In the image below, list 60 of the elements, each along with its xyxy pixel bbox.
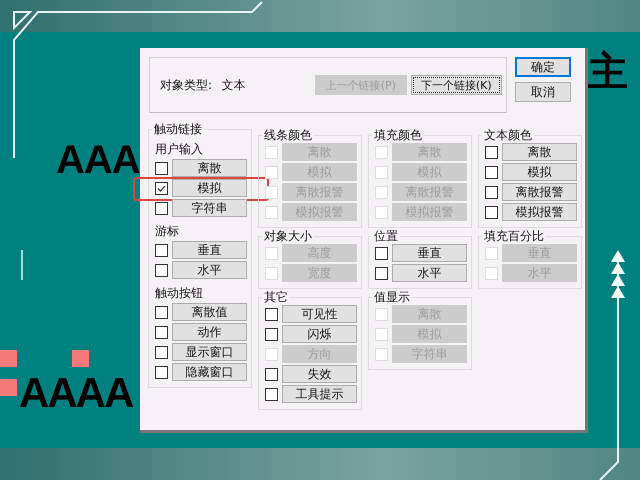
group-title: 填充颜色 bbox=[372, 128, 424, 142]
option-button[interactable]: 模拟报警 bbox=[502, 203, 577, 221]
checkbox[interactable] bbox=[485, 186, 498, 198]
checkbox[interactable] bbox=[155, 326, 168, 338]
section-label: 游标 bbox=[155, 223, 180, 239]
option-button[interactable]: 水平 bbox=[172, 261, 247, 279]
selection-handle-icon bbox=[72, 350, 89, 367]
option-button[interactable]: 动作 bbox=[172, 323, 247, 341]
selection-handles-drawing bbox=[0, 350, 17, 396]
object-type-label: 对象类型: bbox=[160, 76, 214, 94]
next-link-button[interactable]: 下一个链接(K) bbox=[410, 75, 502, 95]
checkbox[interactable] bbox=[155, 264, 168, 276]
checkbox[interactable] bbox=[265, 368, 278, 380]
checkbox[interactable] bbox=[155, 244, 168, 256]
option-button[interactable]: 模拟 bbox=[502, 163, 577, 181]
option-button[interactable]: 水平 bbox=[392, 264, 467, 282]
checkbox[interactable] bbox=[155, 202, 168, 214]
checkbox[interactable] bbox=[485, 206, 498, 218]
option-button[interactable]: 隐藏窗口 bbox=[172, 363, 247, 381]
option-button[interactable]: 离散 bbox=[172, 159, 247, 177]
checkbox[interactable] bbox=[265, 308, 278, 320]
checkbox[interactable] bbox=[375, 246, 388, 260]
option-button[interactable]: 可见性 bbox=[282, 305, 357, 323]
group-title: 填充百分比 bbox=[482, 229, 546, 243]
checkbox[interactable] bbox=[155, 366, 168, 378]
cancel-button[interactable]: 取消 bbox=[515, 82, 571, 102]
checkbox[interactable] bbox=[265, 328, 278, 340]
option-button[interactable]: 垂直 bbox=[172, 241, 247, 259]
option-button[interactable]: 显示窗口 bbox=[172, 343, 247, 361]
checkbox[interactable] bbox=[155, 346, 168, 358]
canvas-text: 主 bbox=[588, 52, 628, 92]
canvas-text: AAA bbox=[56, 140, 140, 180]
option-button[interactable]: 模拟 bbox=[172, 179, 247, 197]
canvas-text: AAAA bbox=[19, 372, 132, 414]
group-title: 对象大小 bbox=[262, 229, 314, 243]
checkbox[interactable] bbox=[155, 182, 168, 194]
checkbox[interactable] bbox=[485, 146, 498, 158]
checkbox[interactable] bbox=[485, 166, 498, 178]
option-button[interactable]: 离散 bbox=[502, 143, 577, 161]
group-title: 其它 bbox=[262, 290, 290, 304]
option-button[interactable]: 垂直 bbox=[392, 244, 467, 262]
object-type-value: 文本 bbox=[222, 76, 247, 94]
option-button[interactable]: 离散值 bbox=[172, 303, 247, 321]
checkbox[interactable] bbox=[155, 162, 168, 174]
group-title: 值显示 bbox=[372, 290, 412, 304]
section-label: 用户输入 bbox=[155, 141, 204, 157]
option-button[interactable]: 失效 bbox=[282, 365, 357, 383]
option-button[interactable]: 工具提示 bbox=[282, 385, 357, 403]
checkbox[interactable] bbox=[155, 306, 168, 318]
option-button[interactable]: 离散报警 bbox=[502, 183, 577, 201]
group-title: 文本颜色 bbox=[482, 128, 534, 142]
section-label: 触动按钮 bbox=[155, 285, 204, 301]
ok-button[interactable]: 确定 bbox=[515, 57, 571, 77]
group-title: 位置 bbox=[372, 229, 400, 243]
checkbox[interactable] bbox=[375, 266, 388, 280]
option-button[interactable]: 字符串 bbox=[172, 199, 247, 217]
group-title: 线条颜色 bbox=[262, 128, 314, 142]
option-button[interactable]: 闪烁 bbox=[282, 325, 357, 343]
checkbox[interactable] bbox=[265, 388, 278, 400]
group-title: 触动链接 bbox=[152, 122, 204, 136]
